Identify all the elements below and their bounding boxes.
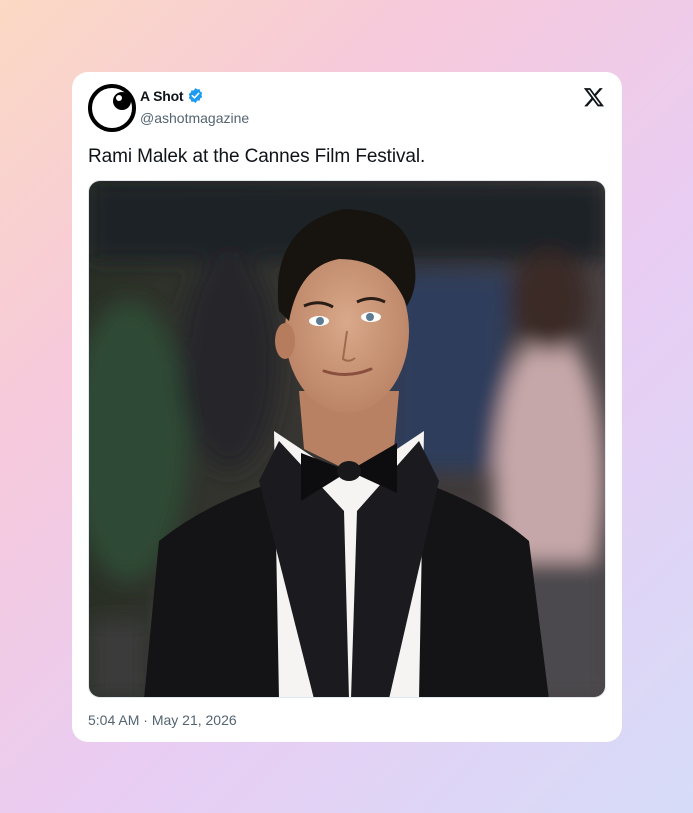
photo-image — [89, 181, 605, 697]
verified-badge-icon — [189, 88, 203, 103]
author-handle[interactable]: @ashotmagazine — [140, 110, 249, 126]
eye-logo-icon — [88, 84, 136, 132]
x-logo-icon[interactable] — [583, 86, 605, 108]
author-name[interactable]: A Shot — [140, 88, 184, 104]
tweet-time: 5:04 AM — [88, 712, 140, 728]
author-row: A Shot — [140, 87, 204, 104]
separator: · — [143, 712, 148, 728]
timestamp[interactable]: 5:04 AM · May 21, 2026 — [88, 712, 237, 728]
tweet-date: May 21, 2026 — [151, 712, 237, 728]
avatar[interactable] — [88, 84, 136, 132]
tweet-text: Rami Malek at the Cannes Film Festival. — [88, 146, 426, 167]
tweet-photo[interactable] — [88, 180, 606, 698]
tweet-card: A Shot @ashotmagazine Rami Malek at the … — [72, 72, 622, 742]
